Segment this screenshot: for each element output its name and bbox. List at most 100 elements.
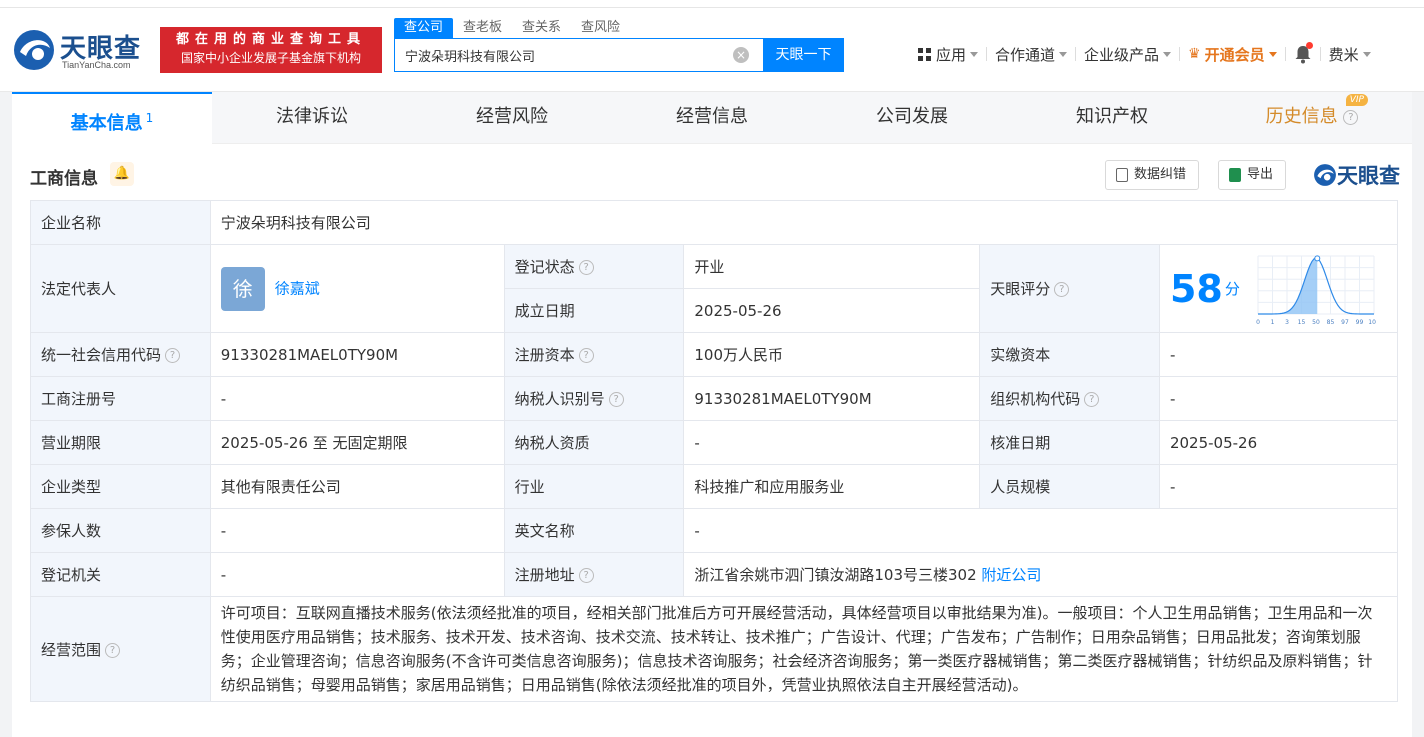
tab-label: 历史信息 (1265, 106, 1338, 127)
table-row: 登记机关 - 注册地址? 浙江省余姚市泗门镇汝湖路103号三楼302 附近公司 (30, 552, 1398, 597)
table-row: 法定代表人 徐徐嘉斌 登记状态? 开业 天眼评分? 58 分 0 1 3 15 50 85 9… (30, 244, 1399, 333)
tab-operation[interactable]: 经营信息 (612, 92, 812, 144)
legal-rep-link[interactable]: 徐嘉斌 (275, 279, 320, 297)
table-row: 工商注册号 - 纳税人识别号? 91330281MAEL0TY90M 组织机构代… (30, 376, 1399, 421)
taxpayer-qual-value: - (683, 420, 981, 465)
chart-tick-label: 50 (1312, 319, 1320, 326)
search-tab-company[interactable]: 查公司 (394, 18, 454, 38)
address-label-cell: 注册地址? (503, 552, 685, 597)
nav-notifications[interactable] (1286, 42, 1320, 64)
bell-icon (1294, 42, 1313, 64)
help-icon[interactable]: ? (1343, 109, 1359, 125)
en-name-label: 英文名称 (503, 508, 685, 553)
term-value: 2025-05-26 至 无固定期限 (209, 420, 505, 465)
reg-status-value: 开业 (683, 244, 981, 289)
score-unit: 分 (1224, 280, 1240, 298)
table-row: 企业类型 其他有限责任公司 行业 科技推广和应用服务业 人员规模 - (30, 464, 1399, 509)
chart-area (1257, 257, 1318, 314)
insured-label: 参保人数 (30, 508, 211, 553)
nearby-companies-link[interactable]: 附近公司 (981, 566, 1041, 584)
help-icon[interactable]: ? (165, 348, 181, 363)
top-strip (0, 0, 1424, 8)
tianyancha-logo-icon (1314, 164, 1336, 186)
taxpayer-id-value: 91330281MAEL0TY90M (683, 376, 981, 421)
main-panel: 基本信息 1 法律诉讼 经营风险 经营信息 公司发展 知识产权 历史信息 ? VIP… (12, 92, 1412, 737)
grid-icon (918, 47, 931, 61)
tab-ip[interactable]: 知识产权 (1012, 92, 1212, 144)
help-icon[interactable]: ? (608, 392, 624, 407)
chart-tick-label: 15 (1298, 319, 1306, 326)
tab-development[interactable]: 公司发展 (812, 92, 1012, 144)
score-label-cell: 天眼评分? (979, 244, 1160, 333)
legal-rep-label: 法定代表人 (30, 244, 211, 333)
search-input[interactable] (395, 39, 725, 71)
tab-history[interactable]: 历史信息 ? VIP (1212, 92, 1412, 144)
insured-value: - (209, 508, 505, 553)
chart-tick-label: 100 (1368, 319, 1376, 326)
nav-channel[interactable]: 合作通道 (987, 44, 1075, 65)
tab-risk[interactable]: 经营风险 (412, 92, 612, 144)
found-date-value: 2025-05-26 (683, 288, 981, 333)
clear-icon[interactable]: × (733, 47, 749, 63)
credit-code-label-cell: 统一社会信用代码? (30, 332, 211, 377)
biz-reg-no-value: - (209, 376, 505, 421)
top-nav: 应用 合作通道 企业级产品 ♛ 开通会员 费米 (910, 42, 1379, 66)
address-label: 注册地址 (514, 566, 575, 584)
table-row: 企业名称 宁波朵玥科技有限公司 (30, 200, 1399, 245)
table-row: 参保人数 - 英文名称 - (30, 508, 1398, 553)
nav-apps[interactable]: 应用 (910, 44, 986, 65)
search-tab-boss[interactable]: 查老板 (453, 18, 512, 38)
nav-enterprise-label: 企业级产品 (1084, 45, 1160, 64)
help-icon[interactable]: ? (578, 260, 594, 275)
paid-capital-label: 实缴资本 (979, 332, 1160, 377)
company-name-label: 企业名称 (30, 200, 211, 245)
en-name-value: - (683, 508, 1398, 553)
type-label: 企业类型 (30, 464, 211, 509)
search-button[interactable]: 天眼一下 (763, 38, 844, 72)
search-tab-relation[interactable]: 查关系 (512, 18, 571, 38)
table-row: 经营范围? 许可项目：互联网直播技术服务(依法须经批准的项目，经相关部门批准后方… (30, 596, 1399, 702)
search-type-tabs: 查公司 查老板 查关系 查风险 (394, 18, 630, 38)
subscribe-bell-icon[interactable]: 🔔 (110, 162, 134, 186)
org-code-label-cell: 组织机构代码? (979, 376, 1160, 421)
promo-line2: 国家中小企业发展子基金旗下机构 (180, 51, 361, 65)
address-cell: 浙江省余姚市泗门镇汝湖路103号三楼302 附近公司 (683, 552, 1398, 597)
section-header: 工商信息 🔔 数据纠错 导出 天眼查 (12, 150, 1412, 200)
promo-banner[interactable]: 都在用的商业查询工具 国家中小企业发展子基金旗下机构 (160, 27, 382, 73)
brand-watermark: 天眼查 (1313, 160, 1400, 190)
avatar[interactable]: 徐 (220, 266, 265, 311)
biz-reg-no-label: 工商注册号 (30, 376, 211, 421)
tab-label: 经营风险 (476, 106, 548, 127)
nav-vip-label: 开通会员 (1204, 45, 1265, 64)
help-icon[interactable]: ? (578, 568, 594, 583)
approve-date-label: 核准日期 (979, 420, 1160, 465)
chevron-down-icon (1268, 51, 1277, 57)
search-tab-risk[interactable]: 查风险 (571, 18, 630, 38)
score-cell[interactable]: 58分 0 1 3 15 50 85 97 99 100 (1158, 244, 1399, 333)
chevron-down-icon (970, 51, 979, 57)
tab-count: 1 (145, 111, 154, 125)
scope-label-cell: 经营范围? (30, 596, 211, 702)
help-icon[interactable]: ? (1054, 282, 1070, 297)
site-logo[interactable]: 天眼查 TianYanCha.com (12, 28, 152, 72)
credit-code-label: 统一社会信用代码 (41, 346, 162, 364)
address-value: 浙江省余姚市泗门镇汝湖路103号三楼302 (694, 566, 977, 584)
chart-score-marker (1314, 254, 1321, 261)
chart-tick-label: 3 (1285, 319, 1289, 326)
help-icon[interactable]: ? (578, 348, 594, 363)
chevron-down-icon (1059, 51, 1068, 57)
nav-user[interactable]: 费米 (1321, 44, 1379, 65)
data-correct-button[interactable]: 数据纠错 (1105, 160, 1200, 190)
nav-enterprise[interactable]: 企业级产品 (1076, 44, 1179, 65)
tab-basic-info[interactable]: 基本信息 1 (12, 92, 212, 144)
help-icon[interactable]: ? (105, 642, 121, 658)
help-icon[interactable]: ? (1084, 392, 1100, 407)
nav-vip[interactable]: ♛ 开通会员 (1180, 44, 1285, 65)
export-button[interactable]: 导出 (1218, 160, 1287, 190)
tab-label: 法律诉讼 (276, 106, 348, 127)
crown-icon: ♛ (1188, 46, 1201, 62)
legal-rep-cell: 徐徐嘉斌 (209, 244, 505, 333)
tab-legal[interactable]: 法律诉讼 (212, 92, 412, 144)
excel-icon (1229, 168, 1241, 182)
term-label: 营业期限 (30, 420, 211, 465)
